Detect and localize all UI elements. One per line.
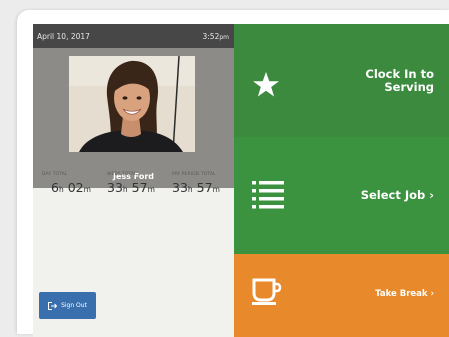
employee-photo [69, 56, 195, 152]
sign-out-button[interactable]: Sign Out [39, 292, 96, 319]
status-time: 3:52pm [202, 31, 230, 41]
pay-period-total-label: PAY PERIOD TOTAL [172, 172, 216, 177]
time-totals: DAY TOTAL 6h 02m WEEK TOTAL 33h 57m PAY … [33, 172, 234, 208]
list-icon [252, 181, 284, 209]
status-date: April 10, 2017 [37, 31, 90, 41]
sign-out-icon [48, 301, 58, 310]
week-total: WEEK TOTAL 33h 57m [107, 172, 155, 195]
day-total-label: DAY TOTAL [42, 172, 68, 177]
employee-portrait-image [69, 56, 195, 152]
status-bar: April 10, 2017 3:52pm [33, 24, 234, 48]
employee-photo-area: Jess Ford [33, 48, 234, 188]
select-job-button[interactable]: Select Job › [234, 137, 449, 254]
week-total-value: 33h 57m [107, 180, 155, 195]
day-total: DAY TOTAL 6h 02m [42, 172, 91, 195]
select-job-label: Select Job › [360, 188, 434, 202]
day-total-value: 6h 02m [51, 180, 91, 195]
star-icon [253, 72, 279, 97]
tablet-device: April 10, 2017 3:52pm Jess Ford DAY TOTA… [17, 10, 449, 337]
time-clock-screen: April 10, 2017 3:52pm Jess Ford DAY TOTA… [33, 24, 449, 337]
take-break-label: Take Break › [375, 289, 434, 299]
clock-in-button[interactable]: Clock In to Serving [234, 24, 449, 137]
clock-in-label: Clock In to Serving [365, 67, 434, 94]
take-break-button[interactable]: Take Break › [234, 254, 449, 337]
week-total-label: WEEK TOTAL [107, 172, 137, 177]
pay-period-total-value: 33h 57m [172, 180, 220, 195]
sign-out-label: Sign Out [61, 302, 87, 309]
employee-panel: April 10, 2017 3:52pm Jess Ford DAY TOTA… [33, 24, 234, 337]
coffee-cup-icon [252, 278, 282, 305]
pay-period-total: PAY PERIOD TOTAL 33h 57m [172, 172, 220, 195]
